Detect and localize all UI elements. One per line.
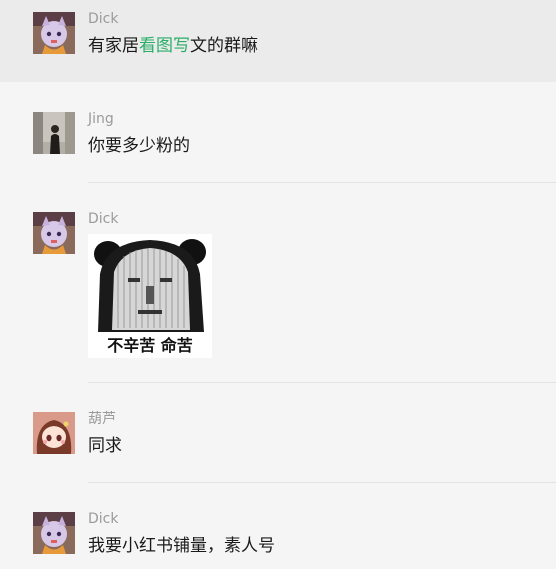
sender-name: Dick: [88, 211, 119, 227]
message-text: 同求: [88, 436, 122, 456]
message-row[interactable]: 葫芦 同求: [0, 383, 556, 483]
message-row[interactable]: Dick 我要小红书铺量，素人号: [0, 483, 556, 569]
anime-cat-girl-avatar[interactable]: [33, 512, 75, 554]
chibi-girl-avatar[interactable]: [33, 412, 75, 454]
sender-name: Jing: [88, 111, 114, 127]
message-row[interactable]: Dick 不辛苦 命苦: [0, 183, 556, 382]
sticker-caption: 不辛苦 命苦: [107, 336, 193, 355]
sender-name: Dick: [88, 11, 119, 27]
sender-name: 葫芦: [88, 411, 116, 427]
sender-name: Dick: [88, 511, 119, 527]
message-row[interactable]: Dick 有家居看图写文的群嘛: [0, 0, 556, 82]
message-row[interactable]: Jing 你要多少粉的: [0, 83, 556, 183]
message-text: 你要多少粉的: [88, 136, 190, 156]
message-text: 我要小红书铺量，素人号: [88, 536, 275, 556]
anime-cat-girl-avatar[interactable]: [33, 212, 75, 254]
message-text: 有家居看图写文的群嘛: [88, 36, 258, 56]
panda-meme-sticker[interactable]: 不辛苦 命苦: [88, 234, 212, 358]
highlighted-keyword[interactable]: 看图写: [139, 36, 190, 56]
anime-cat-girl-avatar[interactable]: [33, 12, 75, 54]
photo-person-avatar[interactable]: [33, 112, 75, 154]
